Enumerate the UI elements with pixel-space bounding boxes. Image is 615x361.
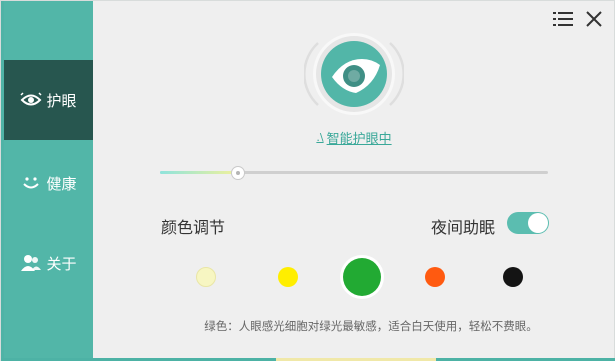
night-mode-label: 夜间助眠	[431, 218, 496, 237]
eye-protection-icon	[20, 90, 43, 110]
sidebar: 护眼 健康 关于	[4, 1, 93, 361]
sidebar-item-label: 护眼	[46, 91, 77, 110]
smart-mode-link[interactable]: .\ 智能护眼中	[309, 128, 399, 147]
swatch-yellow[interactable]	[278, 267, 298, 287]
swatch-orange[interactable]	[425, 267, 445, 287]
color-section-title: 颜色调节	[161, 218, 226, 237]
close-button[interactable]	[583, 10, 605, 32]
eye-care-window: 护眼 健康 关于 .\ 智能护眼中 颜色调节 夜间助眠 绿色：人眼感光细胞对绿光…	[0, 0, 615, 361]
smile-icon	[20, 173, 42, 193]
brightness-slider[interactable]	[160, 166, 548, 180]
swatch-light-yellow[interactable]	[196, 267, 216, 287]
signal-icon: .\	[316, 130, 324, 144]
swatch-green[interactable]	[343, 258, 381, 296]
sidebar-item-label: 健康	[46, 174, 77, 193]
close-icon	[585, 10, 603, 32]
color-hint: 绿色：人眼感光细胞对绿光最敏感，适合白天使用，轻松不费眼。	[204, 319, 538, 333]
night-mode-toggle[interactable]	[507, 212, 549, 234]
slider-fill	[160, 171, 238, 174]
slider-thumb[interactable]	[230, 166, 245, 180]
swatch-black[interactable]	[503, 267, 523, 287]
sidebar-item-about[interactable]: 关于	[4, 223, 93, 303]
eye-logo	[303, 31, 405, 121]
mode-label-text: 智能护眼中	[326, 131, 392, 147]
toggle-knob	[528, 213, 548, 233]
list-menu-icon	[553, 11, 573, 31]
users-icon	[20, 253, 42, 273]
sidebar-item-health[interactable]: 健康	[4, 143, 93, 223]
sidebar-item-label: 关于	[46, 254, 77, 273]
sidebar-item-eye-protection[interactable]: 护眼	[4, 60, 93, 140]
eye-logo-icon	[303, 33, 405, 115]
menu-button[interactable]	[552, 10, 574, 32]
